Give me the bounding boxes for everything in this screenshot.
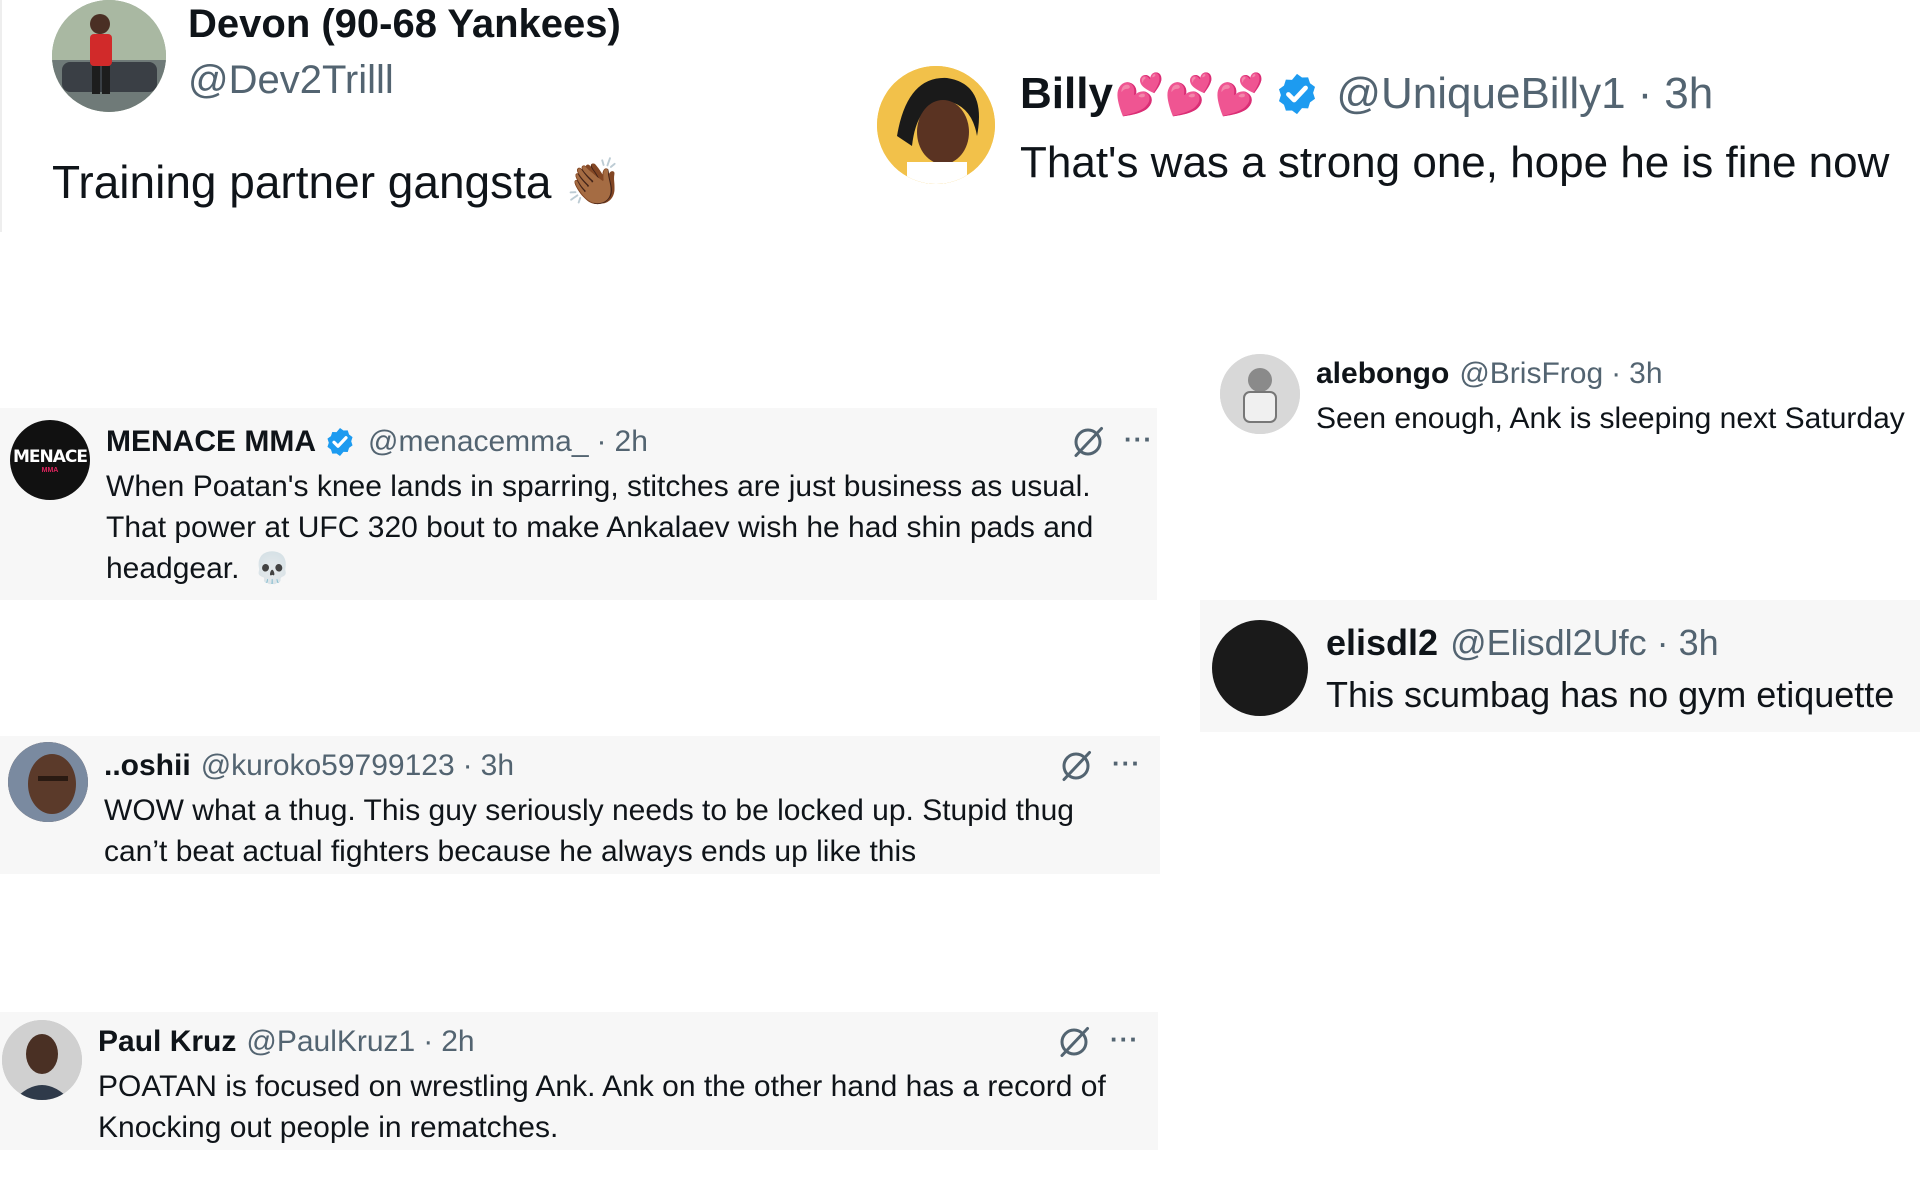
grok-icon[interactable] xyxy=(1056,1024,1092,1060)
separator-dot: · xyxy=(462,749,473,782)
tweet-oshii: ..oshii @kuroko59799123 · 3h ··· WOW wha… xyxy=(0,736,1160,874)
separator-dot: · xyxy=(596,425,607,458)
user-handle[interactable]: @kuroko59799123 xyxy=(201,749,455,783)
user-handle[interactable]: @Dev2Trilll xyxy=(188,58,394,103)
separator-dot: · xyxy=(1637,69,1653,118)
timestamp[interactable]: 3h xyxy=(1629,357,1662,391)
hearts-emoji: 💕💕💕 xyxy=(1114,72,1265,117)
display-name[interactable]: alebongo xyxy=(1316,357,1449,391)
avatar-logo-text: MENACE xyxy=(12,446,88,467)
avatar-photo-icon xyxy=(877,66,995,184)
avatar-logo-subtext: MMA xyxy=(41,466,59,474)
avatar[interactable] xyxy=(877,66,995,184)
more-icon[interactable]: ··· xyxy=(1124,424,1153,455)
tweet-paul-kruz: Paul Kruz @PaulKruz1 · 2h ··· POATAN is … xyxy=(0,1012,1158,1150)
display-name[interactable]: ..oshii xyxy=(104,749,191,783)
timestamp[interactable]: 3h xyxy=(481,749,514,783)
user-handle[interactable]: @Elisdl2Ufc xyxy=(1450,622,1647,664)
verified-icon xyxy=(327,428,353,456)
grok-icon[interactable] xyxy=(1058,748,1094,784)
more-icon[interactable]: ··· xyxy=(1110,1024,1139,1055)
tweet-text: That's was a strong one, hope he is fine… xyxy=(1020,138,1890,187)
grok-icon[interactable] xyxy=(1070,424,1106,460)
tweet-alebongo: alebongo @BrisFrog · 3h Seen enough, Ank… xyxy=(1200,346,1920,456)
tweet-devon: Devon (90-68 Yankees) @Dev2Trilll Traini… xyxy=(0,0,700,232)
avatar[interactable] xyxy=(2,1020,82,1100)
display-name[interactable]: Devon (90-68 Yankees) xyxy=(188,2,621,47)
tweet-text: When Poatan's knee lands in sparring, st… xyxy=(106,466,1146,589)
tweet-text: POATAN is focused on wrestling Ank. Ank … xyxy=(98,1070,1106,1144)
avatar[interactable] xyxy=(1220,354,1300,434)
display-name[interactable]: MENACE MMA xyxy=(106,425,316,459)
tweet-elisdl2: elisdl2 @Elisdl2Ufc · 3h This scumbag ha… xyxy=(1200,600,1920,732)
timestamp[interactable]: 3h xyxy=(1664,69,1713,119)
clapping-emoji: 👏🏾 xyxy=(565,155,623,208)
user-handle[interactable]: @menacemma_ xyxy=(368,425,589,459)
verified-icon xyxy=(1279,73,1316,115)
separator-dot: · xyxy=(1611,357,1622,390)
avatar[interactable] xyxy=(52,0,166,112)
display-name[interactable]: Paul Kruz xyxy=(98,1025,236,1059)
tweet-billy: Billy 💕💕💕 @UniqueBilly1 · 3h That's was … xyxy=(870,60,1920,200)
skull-emoji: 💀 xyxy=(253,552,292,585)
tweet-text: WOW what a thug. This guy seriously need… xyxy=(104,794,1074,868)
avatar-photo-icon xyxy=(8,742,88,822)
avatar[interactable] xyxy=(1212,620,1308,716)
timestamp[interactable]: 2h xyxy=(441,1025,474,1059)
tweet-menace-mma: MENACE MMA MENACE MMA @menacemma_ · 2h ·… xyxy=(0,408,1157,600)
display-name[interactable]: Billy xyxy=(1020,69,1113,119)
separator-dot: · xyxy=(423,1025,434,1058)
display-name[interactable]: elisdl2 xyxy=(1326,622,1438,664)
avatar[interactable]: MENACE MMA xyxy=(10,420,90,500)
separator-dot: · xyxy=(1656,622,1669,663)
tweet-text: This scumbag has no gym etiquette xyxy=(1326,674,1895,715)
avatar-photo-icon xyxy=(1220,354,1300,434)
timestamp[interactable]: 2h xyxy=(615,425,648,459)
avatar-photo-icon xyxy=(2,1020,82,1100)
more-icon[interactable]: ··· xyxy=(1112,748,1141,779)
avatar-photo-icon xyxy=(52,0,166,112)
user-handle[interactable]: @PaulKruz1 xyxy=(246,1025,415,1059)
tweet-text: Training partner gangsta xyxy=(52,156,552,208)
user-handle[interactable]: @UniqueBilly1 xyxy=(1336,69,1625,119)
avatar[interactable] xyxy=(8,742,88,822)
timestamp[interactable]: 3h xyxy=(1679,622,1719,664)
tweet-text: Seen enough, Ank is sleeping next Saturd… xyxy=(1316,402,1905,435)
user-handle[interactable]: @BrisFrog xyxy=(1459,357,1603,391)
